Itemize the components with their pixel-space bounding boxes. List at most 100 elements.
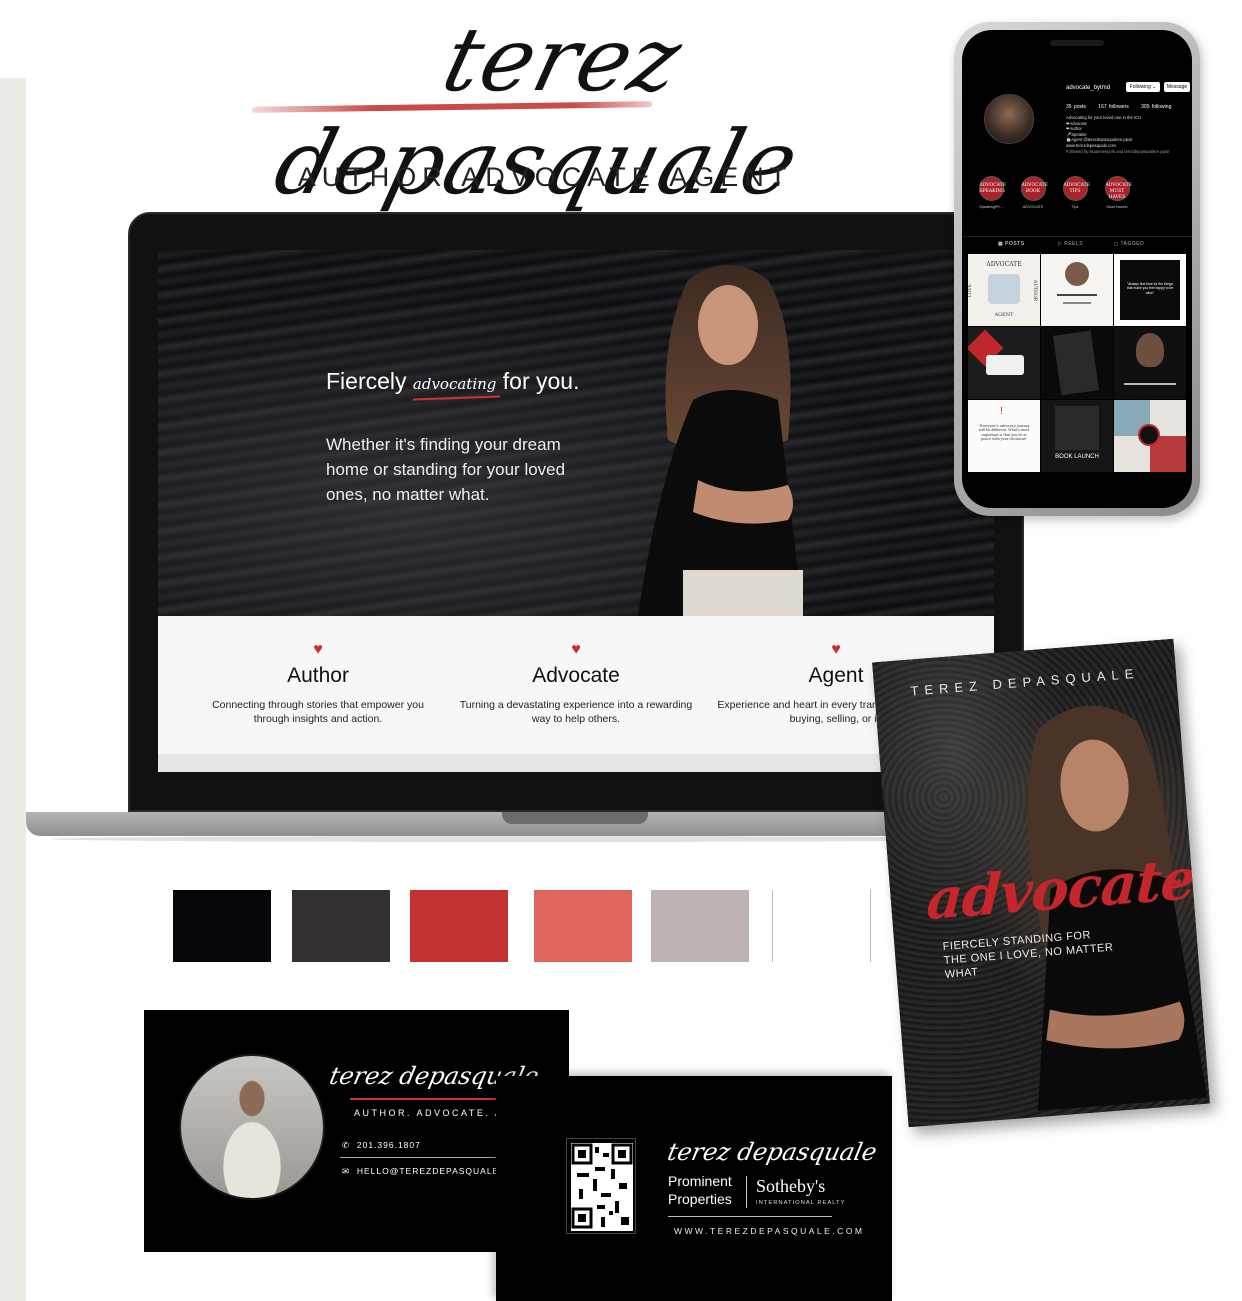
following-button[interactable]: Following ⌄ bbox=[1126, 82, 1160, 92]
business-card-back: terez depasquale Prominent Properties So… bbox=[496, 1076, 892, 1301]
phone-speaker bbox=[1050, 40, 1104, 46]
bio-followed-by: Followed by lisaannesyork and terezdepas… bbox=[1066, 148, 1170, 154]
highlight-book[interactable]: ADVOCATE BOOK ADVOCATE bbox=[1018, 176, 1048, 209]
card-phone: ✆ 201.396.1807 bbox=[342, 1140, 421, 1151]
color-swatch-red bbox=[410, 890, 508, 962]
post-thumbnail[interactable] bbox=[968, 327, 1040, 399]
tab-posts-label: POSTS bbox=[1005, 241, 1025, 247]
hero-portrait bbox=[638, 265, 803, 616]
laptop-notch bbox=[502, 812, 648, 824]
post-text: ADVOCATE bbox=[986, 261, 1022, 268]
message-button[interactable]: Message bbox=[1164, 82, 1190, 92]
sothebys-logo: Sotheby's bbox=[756, 1176, 826, 1196]
color-swatch-taupe bbox=[651, 890, 749, 962]
tab-reels-label: REELS bbox=[1064, 241, 1084, 247]
post-thumbnail[interactable]: "Always find time for the things that ma… bbox=[1114, 254, 1186, 326]
qr-code-pattern bbox=[571, 1143, 633, 1231]
post-image bbox=[988, 274, 1020, 304]
post-text: "Everyone's advocacy journey will be dif… bbox=[978, 424, 1030, 442]
highlight-label: Must Haves! bbox=[1106, 205, 1128, 209]
highlight-circle: ADVOCATE BOOK bbox=[1020, 176, 1048, 201]
laptop-shadow bbox=[50, 836, 1010, 842]
hero-section: Fiercely advocating for you. Whether it'… bbox=[158, 250, 994, 616]
tab-posts[interactable]: ▦ POSTS bbox=[998, 241, 1025, 247]
highlight-circle: ADVOCATE SPEAKING bbox=[978, 176, 1006, 201]
sothebys-subtitle: INTERNATIONAL REALTY bbox=[756, 1200, 846, 1206]
post-image bbox=[1057, 294, 1097, 296]
side-background-strip bbox=[0, 78, 26, 1301]
post-image: ! bbox=[1000, 406, 1003, 417]
post-image bbox=[1124, 383, 1176, 385]
color-swatch-black bbox=[173, 890, 271, 962]
story-highlights: ADVOCATE SPEAKING Speaking/Pr... ADVOCAT… bbox=[976, 176, 1186, 216]
post-thumbnail[interactable] bbox=[1114, 327, 1186, 399]
brokerage-line: Properties bbox=[668, 1191, 732, 1207]
avatar bbox=[179, 1054, 325, 1200]
post-thumbnail[interactable] bbox=[1041, 327, 1113, 399]
card-back-website: WWW.TEREZDEPASQUALE.COM bbox=[674, 1226, 865, 1236]
heart-icon: ♥ bbox=[1171, 874, 1183, 893]
features-section: ♥ Author Connecting through stories that… bbox=[158, 616, 994, 754]
card-back-logo-script: terez depasquale bbox=[665, 1138, 880, 1166]
post-text: LOVE bbox=[968, 283, 974, 298]
website-screen: Fiercely advocating for you. Whether it'… bbox=[158, 250, 994, 772]
post-text: BOOK LAUNCH bbox=[1055, 454, 1099, 460]
feature-title: Author bbox=[287, 664, 349, 687]
logo-wordmark: terez depasquale bbox=[200, 0, 890, 214]
profile-username: advocate_bytmd bbox=[1066, 85, 1111, 91]
highlight-circle: ADVOCATE MUST HAVES bbox=[1104, 176, 1132, 201]
feature-description: Turning a devastating experience into a … bbox=[459, 699, 693, 725]
feature-author: ♥ Author Connecting through stories that… bbox=[198, 642, 438, 726]
post-text: AUTHOR bbox=[1032, 279, 1038, 302]
hero-heading-accent: advocating bbox=[412, 375, 497, 393]
hero-heading-end: for you. bbox=[502, 368, 580, 394]
color-swatch-white-edge bbox=[870, 890, 871, 962]
logo-tagline: AUTHOR.ADVOCATE.AGENT bbox=[297, 162, 793, 192]
tab-reels[interactable]: ▷ REELS bbox=[1058, 241, 1083, 247]
brokerage-separator bbox=[746, 1176, 747, 1208]
post-image bbox=[1053, 330, 1099, 396]
highlight-must-haves[interactable]: ADVOCATE MUST HAVES Must Haves! bbox=[1102, 176, 1132, 209]
post-image bbox=[986, 355, 1024, 375]
hero-heading-start: Fiercely bbox=[326, 368, 407, 394]
following-count[interactable]: 305 following bbox=[1141, 104, 1171, 110]
post-thumbnail[interactable]: BOOK LAUNCH bbox=[1041, 400, 1113, 472]
post-thumbnail[interactable] bbox=[1041, 254, 1113, 326]
color-swatch-coral bbox=[534, 890, 632, 962]
card-back-divider bbox=[668, 1216, 832, 1217]
feature-description: Connecting through stories that empower … bbox=[212, 699, 424, 725]
card-phone-number: 201.396.1807 bbox=[356, 1140, 421, 1150]
card-divider bbox=[340, 1157, 514, 1158]
post-text: AGENT bbox=[994, 312, 1014, 318]
highlight-label: ADVOCATE bbox=[1022, 205, 1044, 209]
hero-heading: Fiercely advocating for you. bbox=[326, 368, 580, 395]
qr-code-icon bbox=[571, 1143, 633, 1229]
heart-icon: ♥ bbox=[313, 641, 323, 658]
hero-body-text: Whether it's finding your dream home or … bbox=[326, 435, 566, 504]
posts-grid: ADVOCATE LOVE AUTHOR AGENT "Always find … bbox=[968, 254, 1186, 476]
posts-count: 35 posts bbox=[1066, 104, 1086, 110]
highlight-circle: ADVOCATE TIPS bbox=[1062, 176, 1090, 201]
phone-icon: ✆ bbox=[342, 1140, 351, 1150]
followers-count[interactable]: 167 followers bbox=[1098, 104, 1128, 110]
heart-icon: ♥ bbox=[831, 641, 841, 658]
website-footer-strip bbox=[158, 754, 994, 772]
mail-icon: ✉ bbox=[342, 1166, 351, 1176]
post-image bbox=[1065, 262, 1089, 286]
highlight-speaking[interactable]: ADVOCATE SPEAKING Speaking/Pr... bbox=[976, 176, 1006, 209]
brokerage-name: Prominent Properties bbox=[668, 1172, 732, 1208]
color-swatch-white-edge bbox=[772, 890, 773, 962]
tab-tagged[interactable]: ◻ TAGGED bbox=[1114, 241, 1144, 247]
post-thumbnail[interactable] bbox=[1114, 400, 1186, 472]
profile-stats: 35 posts 167 followers 305 following bbox=[1066, 104, 1181, 110]
post-image bbox=[1063, 302, 1091, 304]
post-image bbox=[1136, 333, 1164, 367]
avatar[interactable] bbox=[984, 94, 1034, 144]
highlight-label: Tips bbox=[1071, 205, 1079, 209]
brokerage-line: Prominent bbox=[668, 1173, 732, 1189]
profile-tabs: ▦ POSTS ▷ REELS ◻ TAGGED bbox=[962, 236, 1192, 250]
highlight-tips[interactable]: ADVOCATE TIPS Tips bbox=[1060, 176, 1090, 209]
feature-title: Advocate bbox=[532, 664, 620, 687]
post-thumbnail[interactable]: ! "Everyone's advocacy journey will be d… bbox=[968, 400, 1040, 472]
post-thumbnail[interactable]: ADVOCATE LOVE AUTHOR AGENT bbox=[968, 254, 1040, 326]
